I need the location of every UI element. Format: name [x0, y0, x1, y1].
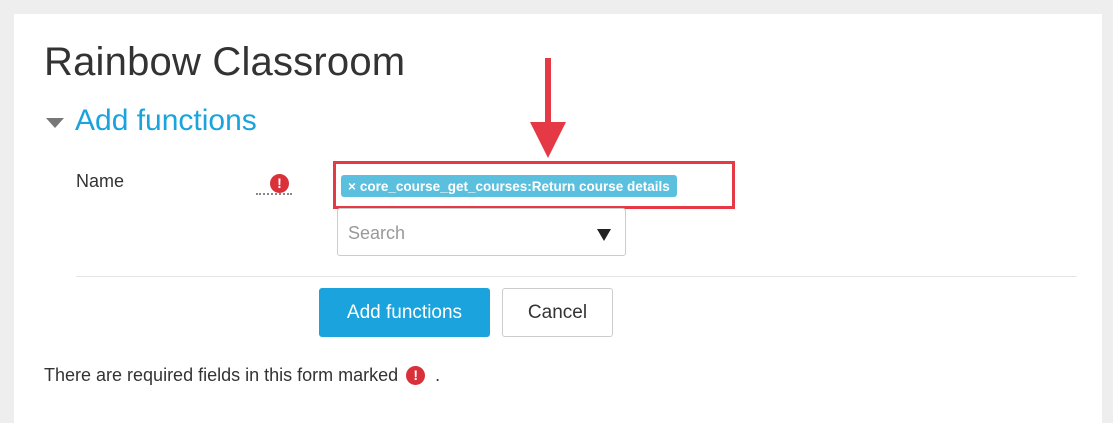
search-input[interactable]	[346, 219, 580, 247]
section-title[interactable]: Add functions	[75, 104, 257, 138]
required-dots	[256, 193, 292, 195]
note-text: There are required fields in this form m…	[44, 365, 399, 385]
selected-function-chip[interactable]: × core_course_get_courses:Return course …	[341, 175, 677, 197]
annotation-arrow-head	[530, 122, 566, 158]
required-fields-note: There are required fields in this form m…	[44, 365, 440, 386]
caret-down-icon	[46, 117, 64, 128]
form-divider	[76, 276, 1077, 277]
dropdown-arrow-icon[interactable]	[597, 229, 611, 241]
cancel-button[interactable]: Cancel	[502, 288, 613, 337]
function-search-select[interactable]	[337, 208, 626, 256]
chip-label: core_course_get_courses:Return course de…	[359, 178, 670, 194]
section-toggle[interactable]: Add functions	[46, 104, 257, 138]
add-functions-button[interactable]: Add functions	[319, 288, 490, 337]
required-icon: !	[406, 366, 426, 385]
note-suffix: .	[435, 365, 441, 385]
required-icon: !	[270, 174, 289, 193]
page-title: Rainbow Classroom	[44, 40, 406, 84]
name-label: Name	[76, 171, 125, 191]
annotation-arrow-icon	[545, 58, 551, 130]
chip-remove-icon[interactable]: ×	[348, 179, 356, 194]
